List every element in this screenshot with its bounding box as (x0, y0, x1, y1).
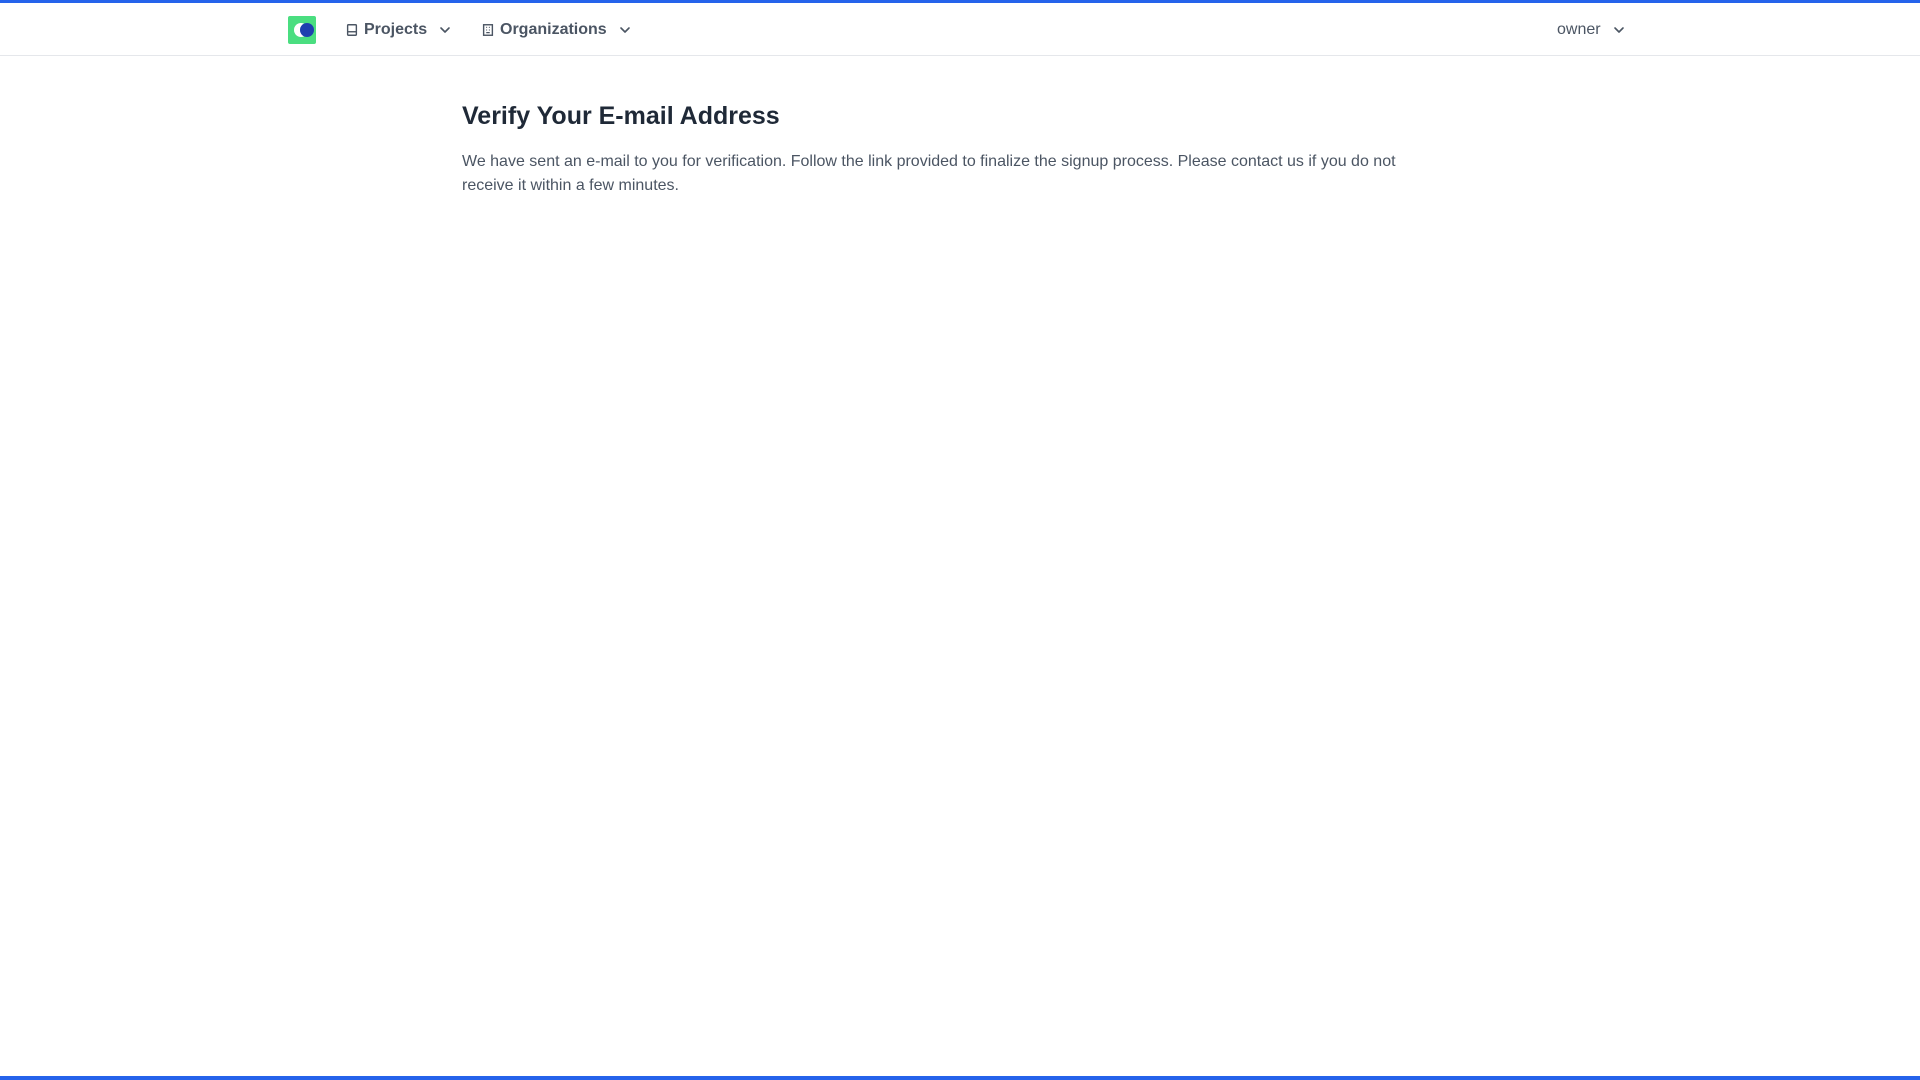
book-icon (346, 24, 358, 36)
user-name: owner (1557, 21, 1601, 38)
app-logo[interactable] (288, 16, 316, 44)
chevron-down-icon (440, 27, 450, 33)
nav-organizations-dropdown[interactable]: Organizations (481, 17, 631, 43)
page: Projects Organizations owner Verify Your… (0, 0, 1920, 1080)
verification-message: We have sent an e-mail to you for verifi… (462, 153, 1396, 194)
nav-projects-dropdown[interactable]: Projects (345, 17, 451, 43)
main-content: Verify Your E-mail Address We have sent … (462, 99, 1442, 198)
page-title: Verify Your E-mail Address (462, 102, 780, 130)
chevron-down-icon (619, 27, 630, 33)
chevron-down-icon (1613, 27, 1624, 33)
user-menu-dropdown[interactable]: owner (1557, 17, 1625, 43)
nav-projects-label: Projects (364, 21, 428, 38)
building-icon (482, 24, 494, 36)
logo-right-circle (300, 23, 314, 37)
top-navbar: Projects Organizations owner (0, 3, 1920, 56)
nav-organizations-label: Organizations (500, 21, 607, 38)
